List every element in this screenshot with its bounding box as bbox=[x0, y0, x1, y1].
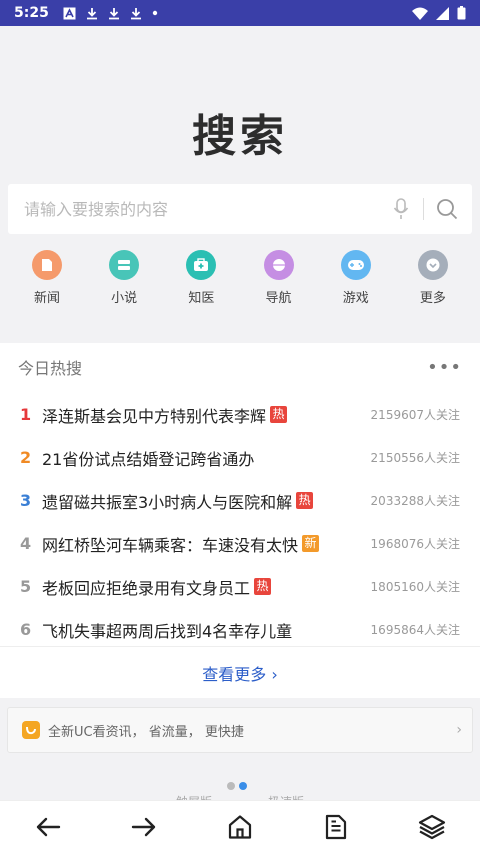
search-icon[interactable] bbox=[434, 196, 460, 222]
gamepad-icon bbox=[340, 250, 371, 280]
hot-badge: 热 bbox=[254, 578, 272, 595]
download-icon bbox=[86, 7, 97, 19]
uc-promo-text: 全新UC看资讯， 省流量， 更快捷 bbox=[48, 724, 244, 740]
hot-search-heading: 今日热搜 bbox=[18, 359, 83, 378]
category-navigation[interactable]: 导航 bbox=[248, 250, 310, 306]
category-label: 游戏 bbox=[342, 291, 369, 306]
rank-number: 5 bbox=[20, 577, 32, 596]
follow-count: 1968076人关注 bbox=[370, 537, 460, 551]
page-indicator bbox=[227, 782, 247, 790]
document-icon bbox=[325, 814, 347, 839]
more-options-icon[interactable]: ••• bbox=[427, 357, 462, 378]
uc-logo-icon bbox=[22, 721, 40, 739]
follow-count: 2150556人关注 bbox=[370, 451, 460, 465]
follow-count: 2159607人关注 bbox=[370, 408, 460, 422]
search-bar bbox=[8, 184, 472, 234]
rank-number: 3 bbox=[20, 491, 32, 510]
bottom-navigation bbox=[0, 800, 480, 852]
category-label: 新闻 bbox=[33, 291, 60, 306]
status-time: 5:25 bbox=[14, 5, 49, 21]
hot-search-title: 遗留磁共振室3小时病人与医院和解 bbox=[42, 492, 293, 512]
category-label: 更多 bbox=[419, 291, 446, 306]
status-bar: 5:25 bbox=[0, 0, 480, 26]
status-notification-icons bbox=[63, 7, 158, 20]
layers-icon bbox=[418, 814, 446, 839]
hot-search-item[interactable]: 5 老板回应拒绝录用有文身员工 热 1805160人关注 bbox=[0, 565, 480, 608]
back-button[interactable] bbox=[24, 807, 72, 847]
new-badge: 新 bbox=[302, 535, 320, 552]
hot-search-card: 今日热搜 ••• 1 泽连斯基会见中方特别代表李辉 热 2159607人关注 2… bbox=[0, 343, 480, 698]
battery-icon bbox=[457, 6, 466, 20]
hot-search-title: 21省份试点结婚登记跨省通办 bbox=[42, 449, 255, 469]
hot-search-item[interactable]: 1 泽连斯基会见中方特别代表李辉 热 2159607人关注 bbox=[0, 393, 480, 436]
hot-search-item[interactable]: 6 飞机失事超两周后找到4名幸存儿童 1695864人关注 bbox=[0, 608, 480, 651]
follow-count: 1805160人关注 bbox=[370, 580, 460, 594]
uc-promo-banner[interactable]: 全新UC看资讯， 省流量， 更快捷 › bbox=[7, 707, 473, 753]
more-icon bbox=[417, 250, 448, 280]
hot-search-title: 泽连斯基会见中方特别代表李辉 bbox=[42, 406, 267, 426]
news-icon bbox=[32, 250, 62, 280]
home-icon bbox=[228, 814, 252, 839]
rank-number: 4 bbox=[20, 534, 32, 553]
category-label: 知医 bbox=[188, 291, 215, 306]
arrow-left-icon bbox=[36, 817, 61, 836]
follow-count: 1695864人关注 bbox=[370, 623, 460, 637]
arrow-right-icon bbox=[131, 817, 156, 836]
category-shortcuts: 新闻 小说 知医 导航 游戏 更多 bbox=[16, 250, 464, 306]
category-novel[interactable]: 小说 bbox=[93, 250, 155, 306]
download-icon bbox=[108, 7, 119, 19]
medical-icon bbox=[186, 250, 217, 280]
chevron-right-icon: › bbox=[456, 722, 462, 738]
hot-search-title: 老板回应拒绝录用有文身员工 bbox=[42, 578, 251, 598]
hot-badge: 热 bbox=[270, 406, 288, 423]
chevron-right-icon: › bbox=[271, 665, 278, 684]
notification-a-icon bbox=[63, 7, 76, 19]
page-dot-active bbox=[239, 782, 247, 790]
category-label: 导航 bbox=[265, 291, 292, 306]
signal-icon bbox=[436, 6, 449, 20]
category-more[interactable]: 更多 bbox=[402, 250, 464, 306]
category-label: 小说 bbox=[111, 291, 138, 306]
see-more-link[interactable]: 查看更多 › bbox=[0, 661, 480, 685]
microphone-icon[interactable] bbox=[389, 196, 413, 222]
menu-button[interactable] bbox=[312, 807, 360, 847]
download-icon bbox=[130, 7, 141, 19]
book-icon bbox=[109, 250, 140, 280]
search-input[interactable] bbox=[24, 199, 389, 219]
hot-search-list: 1 泽连斯基会见中方特别代表李辉 热 2159607人关注 2 21省份试点结婚… bbox=[0, 393, 480, 651]
follow-count: 2033288人关注 bbox=[370, 494, 460, 508]
divider bbox=[423, 198, 424, 220]
forward-button[interactable] bbox=[120, 807, 168, 847]
hot-search-item[interactable]: 2 21省份试点结婚登记跨省通办 2150556人关注 bbox=[0, 436, 480, 479]
home-button[interactable] bbox=[216, 807, 264, 847]
see-more-label: 查看更多 bbox=[202, 665, 267, 684]
rank-number: 6 bbox=[20, 620, 32, 639]
dot-icon bbox=[152, 10, 158, 16]
navigation-icon bbox=[263, 250, 294, 280]
divider bbox=[0, 646, 480, 647]
rank-number: 1 bbox=[20, 405, 32, 424]
category-games[interactable]: 游戏 bbox=[325, 250, 387, 306]
hot-badge: 热 bbox=[296, 492, 314, 509]
category-medical[interactable]: 知医 bbox=[170, 250, 232, 306]
page-dot bbox=[227, 782, 235, 790]
rank-number: 2 bbox=[20, 448, 32, 467]
wifi-icon bbox=[412, 7, 428, 20]
hot-search-title: 网红桥坠河车辆乘客：车速没有太快 bbox=[42, 535, 299, 555]
windows-button[interactable] bbox=[408, 807, 456, 847]
hot-search-item[interactable]: 3 遗留磁共振室3小时病人与医院和解 热 2033288人关注 bbox=[0, 479, 480, 522]
page-title: 搜索 bbox=[192, 111, 288, 162]
category-news[interactable]: 新闻 bbox=[16, 250, 78, 306]
hot-search-title: 飞机失事超两周后找到4名幸存儿童 bbox=[42, 621, 293, 641]
hot-search-item[interactable]: 4 网红桥坠河车辆乘客：车速没有太快 新 1968076人关注 bbox=[0, 522, 480, 565]
